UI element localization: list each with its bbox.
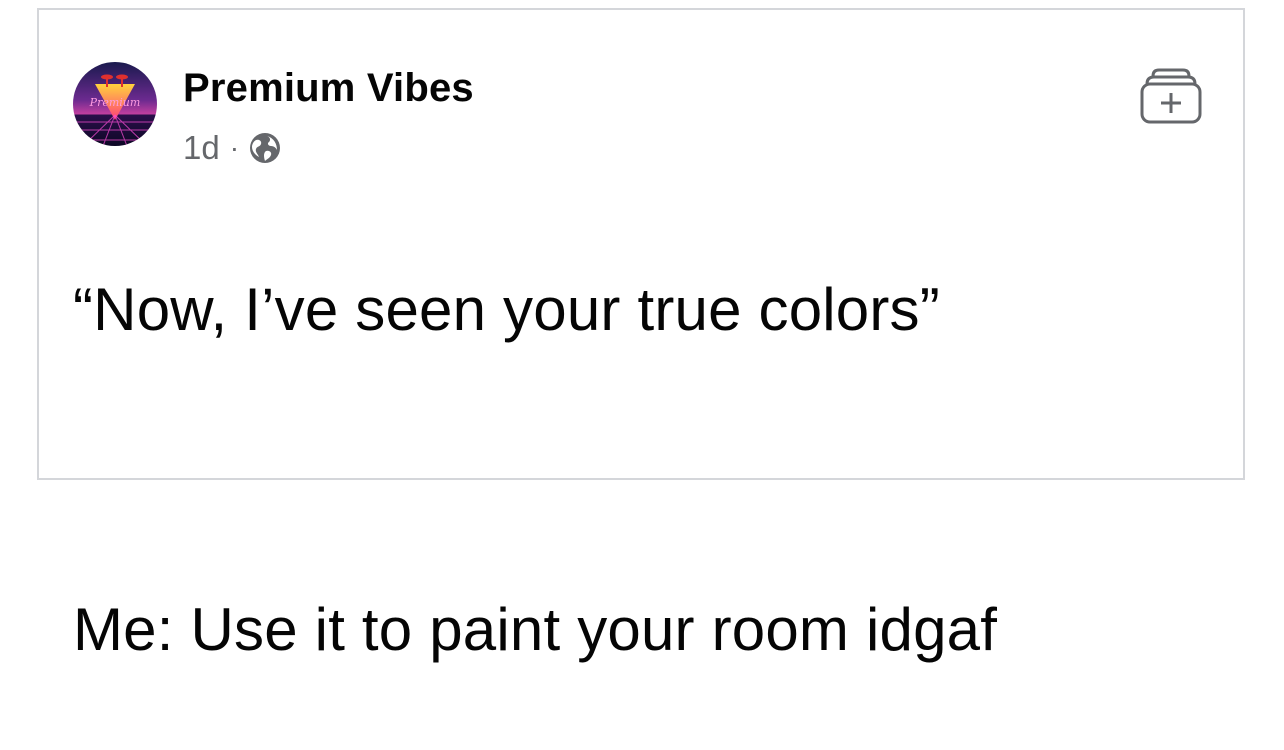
post-line-reply: Me: Use it to paint your room idgaf bbox=[73, 596, 998, 663]
collection-add-icon[interactable] bbox=[1139, 64, 1203, 126]
post-line-quote: “Now, I’ve seen your true colors” bbox=[73, 276, 940, 343]
post-timestamp[interactable]: 1d bbox=[183, 129, 220, 167]
meta-separator: · bbox=[229, 132, 240, 163]
author-name[interactable]: Premium Vibes bbox=[183, 66, 474, 111]
post-meta: 1d · bbox=[183, 128, 283, 168]
post-card: Premium Premium Vibes 1d · “Now, I’ve se… bbox=[37, 8, 1245, 663]
avatar[interactable]: Premium bbox=[73, 62, 157, 146]
svg-text:Premium: Premium bbox=[89, 96, 141, 109]
post-body: “Now, I’ve seen your true colors” Me: Us… bbox=[73, 190, 1213, 750]
globe-icon bbox=[247, 130, 283, 166]
avatar-image: Premium bbox=[73, 62, 157, 146]
